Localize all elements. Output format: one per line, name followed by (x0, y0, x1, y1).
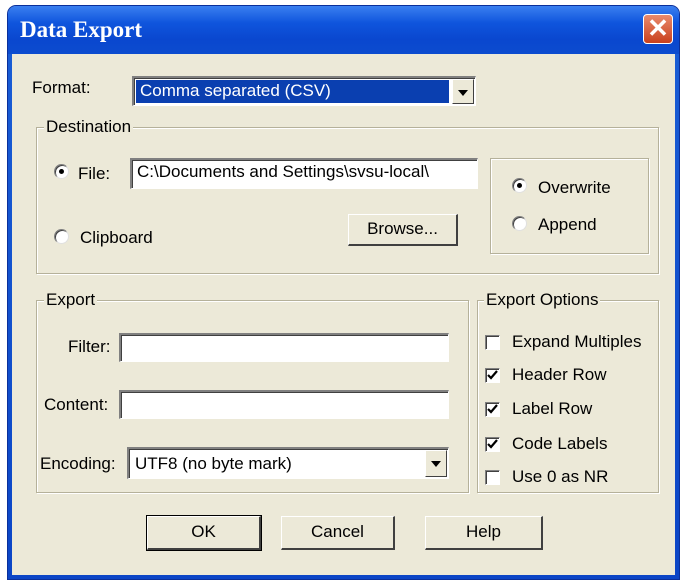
export-option-label: Expand Multiples (512, 332, 642, 351)
cancel-button[interactable]: Cancel (281, 516, 395, 550)
file-path-input[interactable]: C:\Documents and Settings\svsu-local\ (130, 158, 478, 189)
filter-label: Filter: (68, 337, 111, 356)
encoding-label: Encoding: (40, 454, 116, 473)
clipboard-label: Clipboard (80, 228, 153, 247)
overwrite-label: Overwrite (538, 178, 611, 197)
export-options-group (477, 300, 659, 493)
export-option-checkbox[interactable] (485, 335, 500, 350)
checkmark-icon (487, 439, 498, 449)
destination-legend: Destination (44, 117, 134, 137)
close-button[interactable]: ✕ (643, 14, 673, 44)
export-option-label: Label Row (512, 399, 593, 418)
chevron-down-icon[interactable] (425, 450, 447, 477)
content-input[interactable] (119, 390, 449, 419)
checkmark-icon (487, 370, 498, 380)
encoding-select[interactable]: UTF8 (no byte mark) (127, 447, 449, 479)
browse-button[interactable]: Browse... (348, 214, 458, 246)
data-export-dialog: Data Export ✕ Format: Comma separated (C… (8, 6, 679, 579)
file-radio[interactable] (54, 164, 69, 179)
dialog-title: Data Export (20, 17, 143, 42)
export-option-label: Use 0 as NR (512, 467, 609, 486)
append-radio[interactable] (512, 216, 527, 231)
export-legend: Export (44, 290, 98, 310)
content-label: Content: (44, 395, 109, 414)
format-select-value: Comma separated (CSV) (136, 80, 449, 103)
overwrite-radio[interactable] (512, 178, 527, 193)
export-option-label: Code Labels (512, 434, 608, 453)
export-options-legend: Export Options (484, 290, 601, 310)
export-option-checkbox[interactable] (485, 470, 500, 485)
append-label: Append (538, 215, 597, 234)
export-option-checkbox[interactable] (485, 437, 500, 452)
dialog-body: Format: Comma separated (CSV) Destinatio… (12, 54, 675, 575)
help-button[interactable]: Help (425, 516, 543, 550)
radio-selected-dot (517, 183, 522, 188)
ok-button[interactable]: OK (146, 515, 262, 551)
close-icon: ✕ (647, 13, 669, 43)
radio-selected-dot (59, 169, 64, 174)
title-bar[interactable]: Data Export ✕ (8, 6, 679, 54)
export-option-checkbox[interactable] (485, 368, 500, 383)
chevron-down-icon[interactable] (452, 79, 474, 104)
write-mode-box (490, 158, 649, 254)
file-label: File: (78, 164, 111, 183)
export-option-checkbox[interactable] (485, 402, 500, 417)
export-option-label: Header Row (512, 365, 607, 384)
format-select[interactable]: Comma separated (CSV) (132, 76, 476, 106)
encoding-select-value: UTF8 (no byte mark) (135, 454, 292, 473)
checkmark-icon (487, 404, 498, 414)
format-label: Format: (32, 78, 91, 97)
filter-input[interactable] (119, 333, 449, 362)
clipboard-radio[interactable] (54, 229, 69, 244)
